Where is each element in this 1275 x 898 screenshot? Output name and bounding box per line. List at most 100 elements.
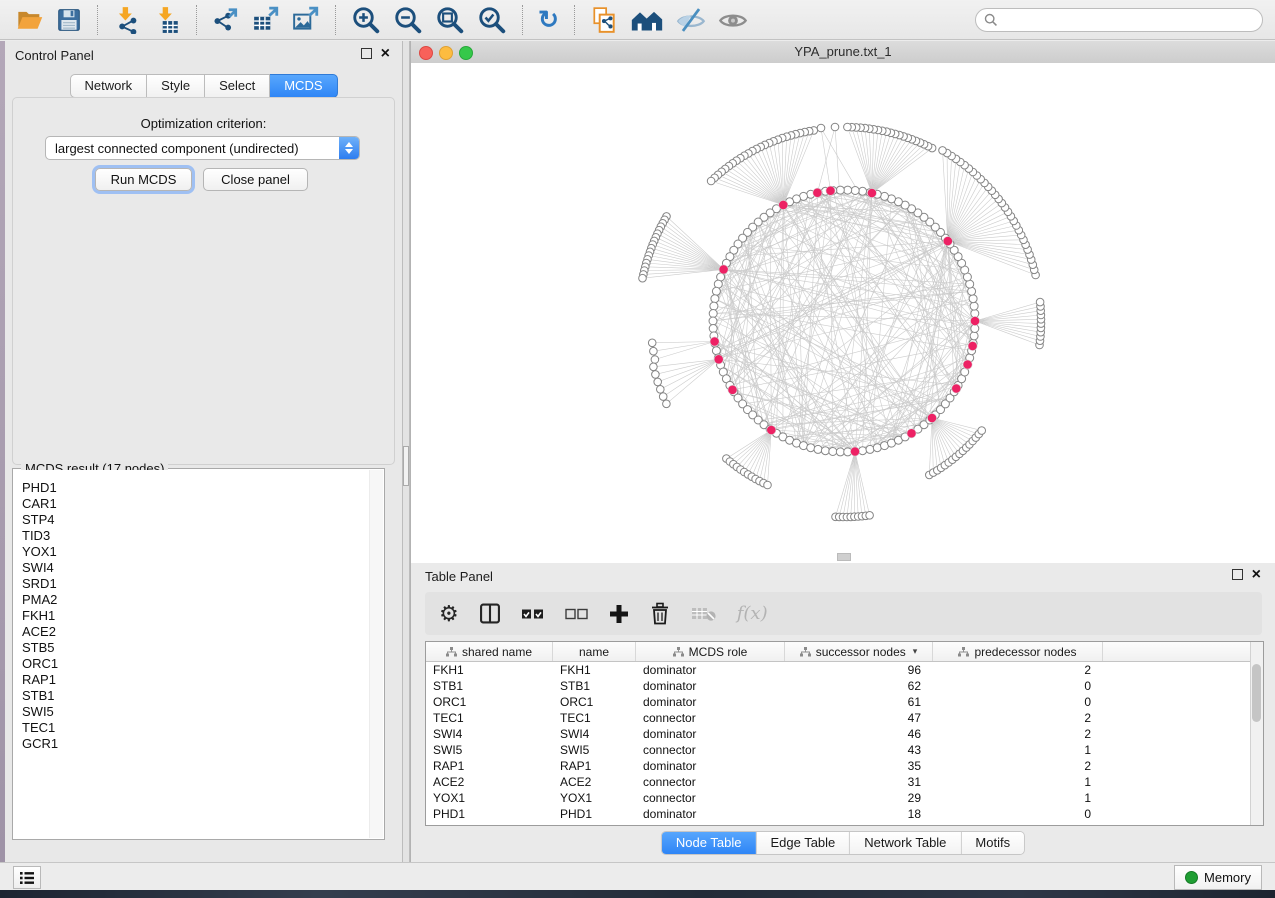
import-table-button[interactable]	[153, 5, 181, 35]
export-image-button[interactable]	[292, 5, 320, 35]
combo-stepper-icon	[339, 137, 359, 159]
table-row[interactable]: FKH1FKH1dominator962	[426, 662, 1250, 678]
column-header-mcds-role[interactable]: MCDS role	[636, 642, 785, 661]
table-cell: 31	[785, 774, 933, 790]
table-row[interactable]: ACE2ACE2connector311	[426, 774, 1250, 790]
table-cell: PHD1	[553, 806, 636, 822]
table-row[interactable]: STB1STB1dominator620	[426, 678, 1250, 694]
run-mcds-button[interactable]: Run MCDS	[95, 168, 192, 191]
float-panel-icon[interactable]	[1232, 569, 1243, 580]
vertical-splitter[interactable]	[402, 41, 410, 862]
table-cell: YOX1	[553, 790, 636, 806]
table-row[interactable]: PHD1PHD1dominator180	[426, 806, 1250, 822]
deselect-all-button[interactable]	[565, 607, 589, 621]
optimization-criterion-select[interactable]: largest connected component (undirected)	[45, 136, 360, 160]
splitter-handle[interactable]	[403, 446, 409, 486]
clone-network-button[interactable]	[590, 5, 618, 35]
tab-network[interactable]: Network	[69, 74, 147, 98]
table-cell: FKH1	[553, 662, 636, 678]
search-field[interactable]	[975, 8, 1263, 32]
table-row[interactable]: YOX1YOX1connector291	[426, 790, 1250, 806]
column-settings-button[interactable]: ⚙	[439, 602, 459, 626]
control-panel: Control Panel × Network Style Select MCD…	[5, 41, 402, 862]
toolbar-separator	[335, 5, 336, 35]
table-scrollbar-thumb[interactable]	[1252, 664, 1261, 722]
hide-selected-button[interactable]	[676, 5, 706, 35]
table-cell: RAP1	[553, 758, 636, 774]
mcds-result-item: GCR1	[22, 736, 370, 752]
table-cell: SWI4	[426, 726, 553, 742]
tab-mcds[interactable]: MCDS	[270, 74, 337, 98]
table-cell: 2	[933, 662, 1103, 678]
mcds-result-item: STB5	[22, 640, 370, 656]
table-cell: SWI5	[426, 742, 553, 758]
first-neighbors-button[interactable]	[630, 5, 664, 35]
table-cell: 96	[785, 662, 933, 678]
zoom-in-button[interactable]	[351, 5, 381, 35]
optimization-criterion-label: Optimization criterion:	[13, 116, 394, 131]
mcds-list-scrollbar[interactable]	[369, 470, 383, 838]
table-cell-filler	[1103, 790, 1250, 806]
import-network-button[interactable]	[113, 5, 141, 35]
table-cell: ORC1	[426, 694, 553, 710]
control-panel-tabs: Network Style Select MCDS	[69, 74, 337, 98]
tab-motifs[interactable]: Motifs	[961, 832, 1024, 854]
gear-icon: ⚙	[439, 602, 459, 626]
mcds-result-item: SRD1	[22, 576, 370, 592]
tab-node-table[interactable]: Node Table	[662, 832, 757, 854]
mcds-result-list[interactable]: PHD1CAR1STP4TID3YOX1SWI4SRD1PMA2FKH1ACE2…	[14, 470, 370, 838]
table-row[interactable]: SWI5SWI5connector431	[426, 742, 1250, 758]
table-row[interactable]: ORC1ORC1dominator610	[426, 694, 1250, 710]
status-bar: Memory	[0, 862, 1275, 890]
table-row[interactable]: RAP1RAP1dominator352	[426, 758, 1250, 774]
close-panel-button[interactable]: Close panel	[203, 168, 308, 191]
export-table-icon	[252, 6, 280, 34]
table-row[interactable]: TEC1TEC1connector472	[426, 710, 1250, 726]
table-cell-filler	[1103, 726, 1250, 742]
search-input[interactable]	[998, 11, 1242, 28]
table-toolbar: ⚙ f(x)	[425, 592, 1262, 635]
network-window-titlebar: YPA_prune.txt_1	[411, 41, 1275, 64]
floppy-disk-icon	[56, 7, 82, 33]
export-table-button[interactable]	[252, 5, 280, 35]
float-panel-icon[interactable]	[361, 48, 372, 59]
zoom-out-button[interactable]	[393, 5, 423, 35]
show-columns-button[interactable]	[479, 603, 501, 624]
zoom-selected-button[interactable]	[477, 5, 507, 35]
add-column-button[interactable]	[609, 604, 629, 624]
table-scrollbar[interactable]	[1250, 642, 1263, 825]
main-toolbar: ↻	[0, 0, 1275, 40]
task-history-button[interactable]	[13, 866, 41, 889]
column-header-name[interactable]: name	[553, 642, 636, 661]
export-network-button[interactable]	[212, 5, 240, 35]
tab-edge-table[interactable]: Edge Table	[756, 832, 850, 854]
table-cell-filler	[1103, 806, 1250, 822]
export-network-icon	[212, 6, 240, 34]
table-cell: SWI4	[553, 726, 636, 742]
table-cell: dominator	[636, 694, 785, 710]
memory-button[interactable]: Memory	[1174, 865, 1262, 890]
show-all-button[interactable]	[718, 5, 748, 35]
close-panel-icon[interactable]: ×	[1252, 569, 1261, 580]
open-file-button[interactable]	[16, 5, 44, 35]
column-header-shared-name[interactable]: shared name	[426, 642, 553, 661]
table-cell: connector	[636, 742, 785, 758]
table-row[interactable]: SWI4SWI4dominator462	[426, 726, 1250, 742]
select-all-button[interactable]	[521, 607, 545, 621]
tab-network-table[interactable]: Network Table	[850, 832, 961, 854]
network-canvas[interactable]	[411, 63, 1275, 563]
table-cell: 0	[933, 678, 1103, 694]
zoom-fit-button[interactable]	[435, 5, 465, 35]
tab-style[interactable]: Style	[147, 74, 205, 98]
table-cell-filler	[1103, 678, 1250, 694]
column-header-predecessor-nodes[interactable]: predecessor nodes	[933, 642, 1103, 661]
delete-column-button[interactable]	[649, 602, 671, 625]
refresh-button[interactable]: ↻	[538, 5, 559, 35]
save-session-button[interactable]	[56, 5, 82, 35]
table-cell: 1	[933, 742, 1103, 758]
close-panel-icon[interactable]: ×	[381, 48, 390, 59]
open-folder-icon	[16, 6, 44, 34]
canvas-resize-handle[interactable]	[837, 553, 851, 561]
tab-select[interactable]: Select	[205, 74, 270, 98]
column-header-successor-nodes[interactable]: successor nodes ▾	[785, 642, 933, 661]
